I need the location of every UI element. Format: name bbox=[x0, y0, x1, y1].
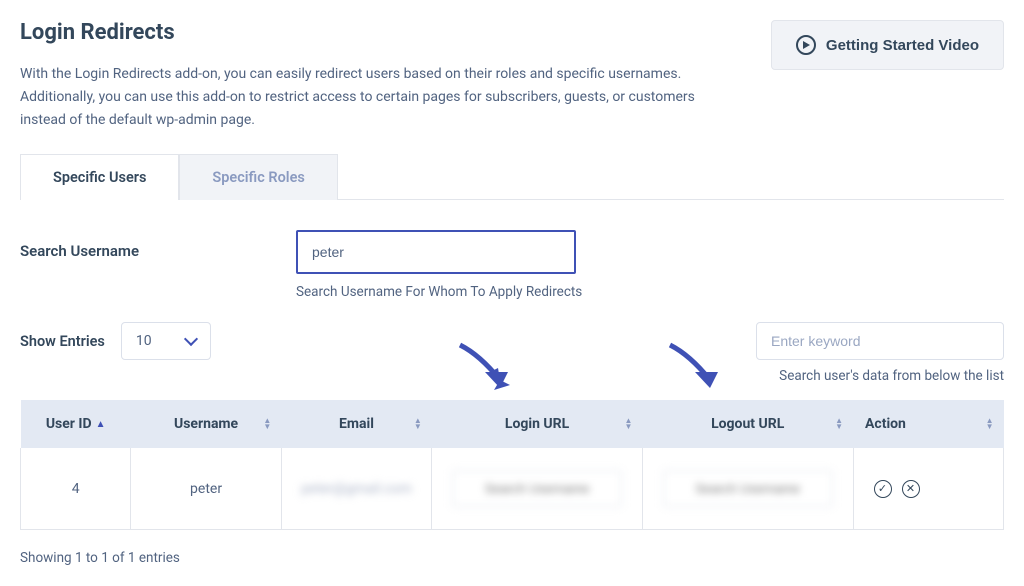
col-login-url[interactable]: Login URL ▲▼ bbox=[432, 400, 643, 448]
tab-specific-users[interactable]: Specific Users bbox=[20, 154, 179, 200]
table-row: 4 peter peter@gmail.com ✓ ✕ bbox=[21, 448, 1004, 530]
logout-url-input[interactable] bbox=[663, 470, 833, 507]
cell-username: peter bbox=[131, 448, 281, 530]
cell-logout-url bbox=[642, 448, 853, 530]
cancel-icon[interactable]: ✕ bbox=[902, 480, 920, 498]
search-username-label: Search Username bbox=[20, 230, 288, 300]
keyword-input[interactable] bbox=[756, 322, 1004, 360]
sort-icon: ▲▼ bbox=[986, 418, 994, 430]
col-username[interactable]: Username ▲▼ bbox=[131, 400, 281, 448]
entries-value: 10 bbox=[136, 333, 152, 349]
entries-select[interactable]: 10 bbox=[121, 322, 211, 360]
data-table: User ID▲ Username ▲▼ Email ▲▼ Login URL … bbox=[20, 400, 1004, 530]
search-username-help: Search Username For Whom To Apply Redire… bbox=[296, 284, 1004, 300]
search-username-input[interactable] bbox=[296, 230, 576, 274]
chevron-down-icon bbox=[184, 332, 198, 346]
tab-specific-roles[interactable]: Specific Roles bbox=[179, 154, 337, 200]
login-url-input[interactable] bbox=[452, 470, 622, 507]
page-description: With the Login Redirects add-on, you can… bbox=[20, 63, 740, 132]
getting-started-button[interactable]: Getting Started Video bbox=[771, 20, 1004, 70]
play-icon bbox=[796, 35, 816, 55]
sort-asc-icon: ▲ bbox=[96, 419, 106, 430]
show-entries-label: Show Entries bbox=[20, 333, 105, 350]
getting-started-label: Getting Started Video bbox=[826, 37, 979, 54]
keyword-help: Search user's data from below the list bbox=[756, 368, 1004, 384]
tabs: Specific Users Specific Roles bbox=[20, 154, 1004, 200]
sort-icon: ▲▼ bbox=[835, 418, 843, 430]
cell-login-url bbox=[432, 448, 643, 530]
pagination-info: Showing 1 to 1 of 1 entries bbox=[20, 550, 1004, 566]
col-action[interactable]: Action ▲▼ bbox=[853, 400, 1003, 448]
cell-action: ✓ ✕ bbox=[853, 448, 1003, 530]
confirm-icon[interactable]: ✓ bbox=[874, 480, 892, 498]
col-user-id[interactable]: User ID▲ bbox=[21, 400, 131, 448]
col-logout-url[interactable]: Logout URL ▲▼ bbox=[642, 400, 853, 448]
sort-icon: ▲▼ bbox=[414, 418, 422, 430]
page-title: Login Redirects bbox=[20, 20, 750, 45]
sort-icon: ▲▼ bbox=[263, 418, 271, 430]
col-email[interactable]: Email ▲▼ bbox=[281, 400, 431, 448]
cell-email: peter@gmail.com bbox=[281, 448, 431, 530]
sort-icon: ▲▼ bbox=[624, 418, 632, 430]
cell-user-id: 4 bbox=[21, 448, 131, 530]
